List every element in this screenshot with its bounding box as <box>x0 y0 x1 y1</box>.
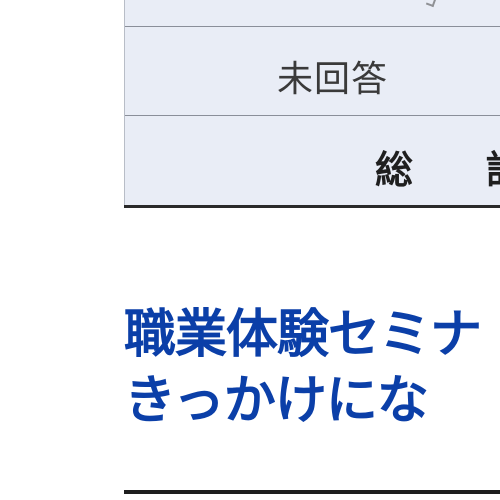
survey-table: 未回答 総計 <box>124 0 500 208</box>
table-bottom-rule <box>124 205 500 208</box>
total-label: 総計 <box>375 148 500 192</box>
bottom-rule <box>124 490 500 494</box>
cut-off-glyph <box>425 0 437 8</box>
unanswered-label: 未回答 <box>277 59 389 100</box>
document-page: 未回答 総計 職業体験セミナ きっかけにな <box>0 0 500 500</box>
table-row-unanswered: 未回答 <box>125 26 500 116</box>
table-row-partial <box>125 0 500 27</box>
heading-line-1: 職業体験セミナ <box>124 305 482 365</box>
table-row-total: 総計 <box>125 115 500 204</box>
heading-line-2: きっかけにな <box>124 371 429 431</box>
section-heading: 職業体験セミナ きっかけにな <box>124 302 500 434</box>
